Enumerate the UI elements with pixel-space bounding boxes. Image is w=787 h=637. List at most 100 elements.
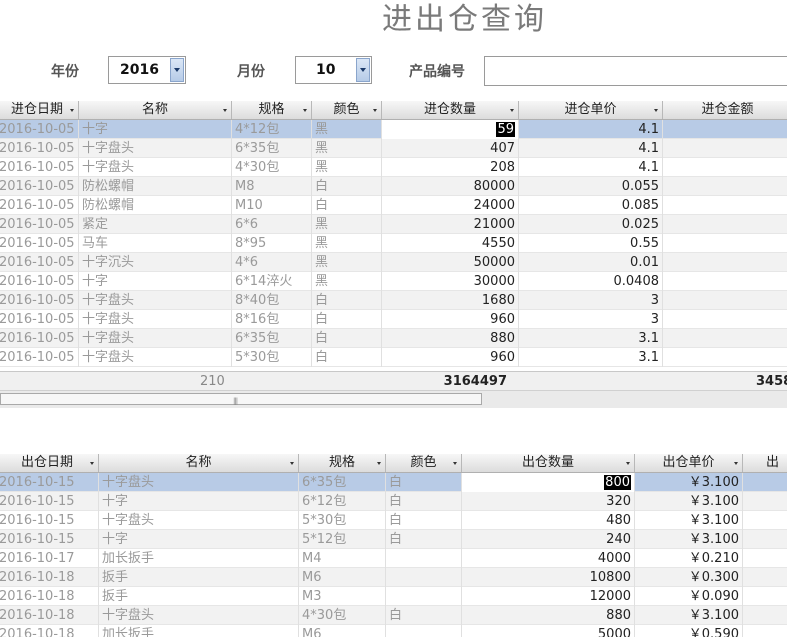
in-cell-spec[interactable]: 5*30包 <box>232 348 312 367</box>
sort-dropdown-icon[interactable] <box>303 109 307 112</box>
in-cell-name[interactable]: 十字 <box>79 120 232 139</box>
in-header-cell[interactable]: 颜色 <box>312 101 382 119</box>
in-header-cell[interactable]: 进仓单价 <box>519 101 663 119</box>
in-cell-qty[interactable]: 960 <box>382 348 519 367</box>
in-cell-date[interactable]: 2016-10-05 <box>0 329 79 348</box>
in-cell-name[interactable]: 十字盘头 <box>79 329 232 348</box>
in-cell-color[interactable]: 白 <box>312 348 382 367</box>
table-row[interactable]: 2016-10-05 马车 8*95 黑 4550 0.55 <box>0 234 787 253</box>
out-cell-price[interactable]: ￥0.210 <box>635 549 743 568</box>
out-cell-name[interactable]: 十字盘头 <box>99 511 299 530</box>
in-cell-name[interactable]: 防松螺帽 <box>79 196 232 215</box>
in-cell-date[interactable]: 2016-10-05 <box>0 158 79 177</box>
table-row[interactable]: 2016-10-05 十字盘头 4*30包 黑 208 4.1 <box>0 158 787 177</box>
in-cell-date[interactable]: 2016-10-05 <box>0 215 79 234</box>
in-cell-spec[interactable]: M8 <box>232 177 312 196</box>
out-cell-date[interactable]: 2016-10-15 <box>0 473 99 492</box>
in-cell-spec[interactable]: 4*30包 <box>232 158 312 177</box>
in-cell-price[interactable]: 3 <box>519 291 663 310</box>
table-row[interactable]: 2016-10-18 扳手 M3 12000 ￥0.090 <box>0 587 787 606</box>
sort-dropdown-icon[interactable] <box>654 109 658 112</box>
out-cell-price[interactable]: ￥3.100 <box>635 492 743 511</box>
sort-dropdown-icon[interactable] <box>626 462 630 465</box>
table-row[interactable]: 2016-10-15 十字 6*12包 白 320 ￥3.100 <box>0 492 787 511</box>
out-header-cell[interactable]: 出 <box>743 454 787 472</box>
table-row[interactable]: 2016-10-05 十字盘头 8*40包 白 1680 3 <box>0 291 787 310</box>
table-row[interactable]: 2016-10-15 十字 5*12包 白 240 ￥3.100 <box>0 530 787 549</box>
in-cell-date[interactable]: 2016-10-05 <box>0 291 79 310</box>
out-cell-name[interactable]: 加长扳手 <box>99 625 299 637</box>
sort-dropdown-icon[interactable] <box>70 109 74 112</box>
sort-dropdown-icon[interactable] <box>510 109 514 112</box>
in-cell-spec[interactable]: 8*95 <box>232 234 312 253</box>
in-cell-date[interactable]: 2016-10-05 <box>0 196 79 215</box>
out-cell-date[interactable]: 2016-10-18 <box>0 606 99 625</box>
out-cell-name[interactable]: 加长扳手 <box>99 549 299 568</box>
in-cell-qty[interactable]: 407 <box>382 139 519 158</box>
in-cell-price[interactable]: 0.55 <box>519 234 663 253</box>
sort-dropdown-icon[interactable] <box>290 462 294 465</box>
out-cell-spec[interactable]: M4 <box>299 549 386 568</box>
out-header-cell[interactable]: 出仓数量 <box>462 454 635 472</box>
out-cell-color[interactable]: 白 <box>386 492 462 511</box>
out-cell-spec[interactable]: M6 <box>299 568 386 587</box>
in-cell-color[interactable]: 黑 <box>312 120 382 139</box>
table-row[interactable]: 2016-10-05 十字盘头 6*35包 白 880 3.1 <box>0 329 787 348</box>
in-cell-color[interactable]: 黑 <box>312 253 382 272</box>
in-cell-color[interactable]: 黑 <box>312 272 382 291</box>
in-header-cell[interactable]: 进仓金额 <box>663 101 787 119</box>
in-cell-date[interactable]: 2016-10-05 <box>0 272 79 291</box>
in-cell-name[interactable]: 十字盘头 <box>79 310 232 329</box>
out-cell-qty[interactable]: 800 <box>462 473 635 492</box>
in-cell-color[interactable]: 白 <box>312 310 382 329</box>
in-cell-color[interactable]: 白 <box>312 196 382 215</box>
out-cell-name[interactable]: 扳手 <box>99 587 299 606</box>
out-cell-price[interactable]: ￥0.090 <box>635 587 743 606</box>
table-row[interactable]: 2016-10-05 防松螺帽 M10 白 24000 0.085 <box>0 196 787 215</box>
in-cell-name[interactable]: 十字沉头 <box>79 253 232 272</box>
in-cell-qty[interactable]: 208 <box>382 158 519 177</box>
out-cell-name[interactable]: 十字 <box>99 530 299 549</box>
in-cell-price[interactable]: 0.01 <box>519 253 663 272</box>
in-cell-price[interactable]: 0.025 <box>519 215 663 234</box>
table-row[interactable]: 2016-10-05 十字盘头 8*16包 白 960 3 <box>0 310 787 329</box>
out-header-cell[interactable]: 名称 <box>99 454 299 472</box>
product-code-input[interactable] <box>484 56 787 86</box>
sort-dropdown-icon[interactable] <box>90 462 94 465</box>
in-cell-qty[interactable]: 880 <box>382 329 519 348</box>
in-header-cell[interactable]: 进仓数量 <box>382 101 519 119</box>
table-row[interactable]: 2016-10-18 加长扳手 M6 5000 ￥0.590 <box>0 625 787 637</box>
out-cell-color[interactable]: 白 <box>386 511 462 530</box>
in-cell-name[interactable]: 十字 <box>79 272 232 291</box>
in-cell-price[interactable]: 3.1 <box>519 348 663 367</box>
in-cell-qty[interactable]: 1680 <box>382 291 519 310</box>
out-header-cell[interactable]: 出仓日期 <box>0 454 99 472</box>
sort-dropdown-icon[interactable] <box>453 462 457 465</box>
in-cell-qty[interactable]: 4550 <box>382 234 519 253</box>
out-cell-name[interactable]: 十字 <box>99 492 299 511</box>
out-cell-price[interactable]: ￥0.590 <box>635 625 743 637</box>
out-cell-color[interactable] <box>386 549 462 568</box>
out-cell-qty[interactable]: 4000 <box>462 549 635 568</box>
in-cell-spec[interactable]: 8*40包 <box>232 291 312 310</box>
month-combo[interactable]: 10 <box>295 56 372 84</box>
in-header-cell[interactable]: 名称 <box>79 101 232 119</box>
in-cell-qty[interactable]: 50000 <box>382 253 519 272</box>
in-cell-color[interactable]: 黑 <box>312 139 382 158</box>
in-cell-date[interactable]: 2016-10-05 <box>0 177 79 196</box>
in-cell-color[interactable]: 白 <box>312 329 382 348</box>
out-cell-spec[interactable]: 6*12包 <box>299 492 386 511</box>
out-cell-price[interactable]: ￥3.100 <box>635 606 743 625</box>
out-cell-spec[interactable]: 4*30包 <box>299 606 386 625</box>
in-cell-price[interactable]: 4.1 <box>519 120 663 139</box>
out-cell-qty[interactable]: 480 <box>462 511 635 530</box>
out-cell-color[interactable] <box>386 625 462 637</box>
in-cell-date[interactable]: 2016-10-05 <box>0 253 79 272</box>
year-dropdown-icon[interactable] <box>170 58 184 82</box>
in-cell-qty[interactable]: 24000 <box>382 196 519 215</box>
year-combo[interactable]: 2016 <box>108 56 186 84</box>
in-cell-date[interactable]: 2016-10-05 <box>0 139 79 158</box>
in-cell-spec[interactable]: 8*16包 <box>232 310 312 329</box>
out-cell-spec[interactable]: 6*35包 <box>299 473 386 492</box>
out-cell-color[interactable]: 白 <box>386 473 462 492</box>
